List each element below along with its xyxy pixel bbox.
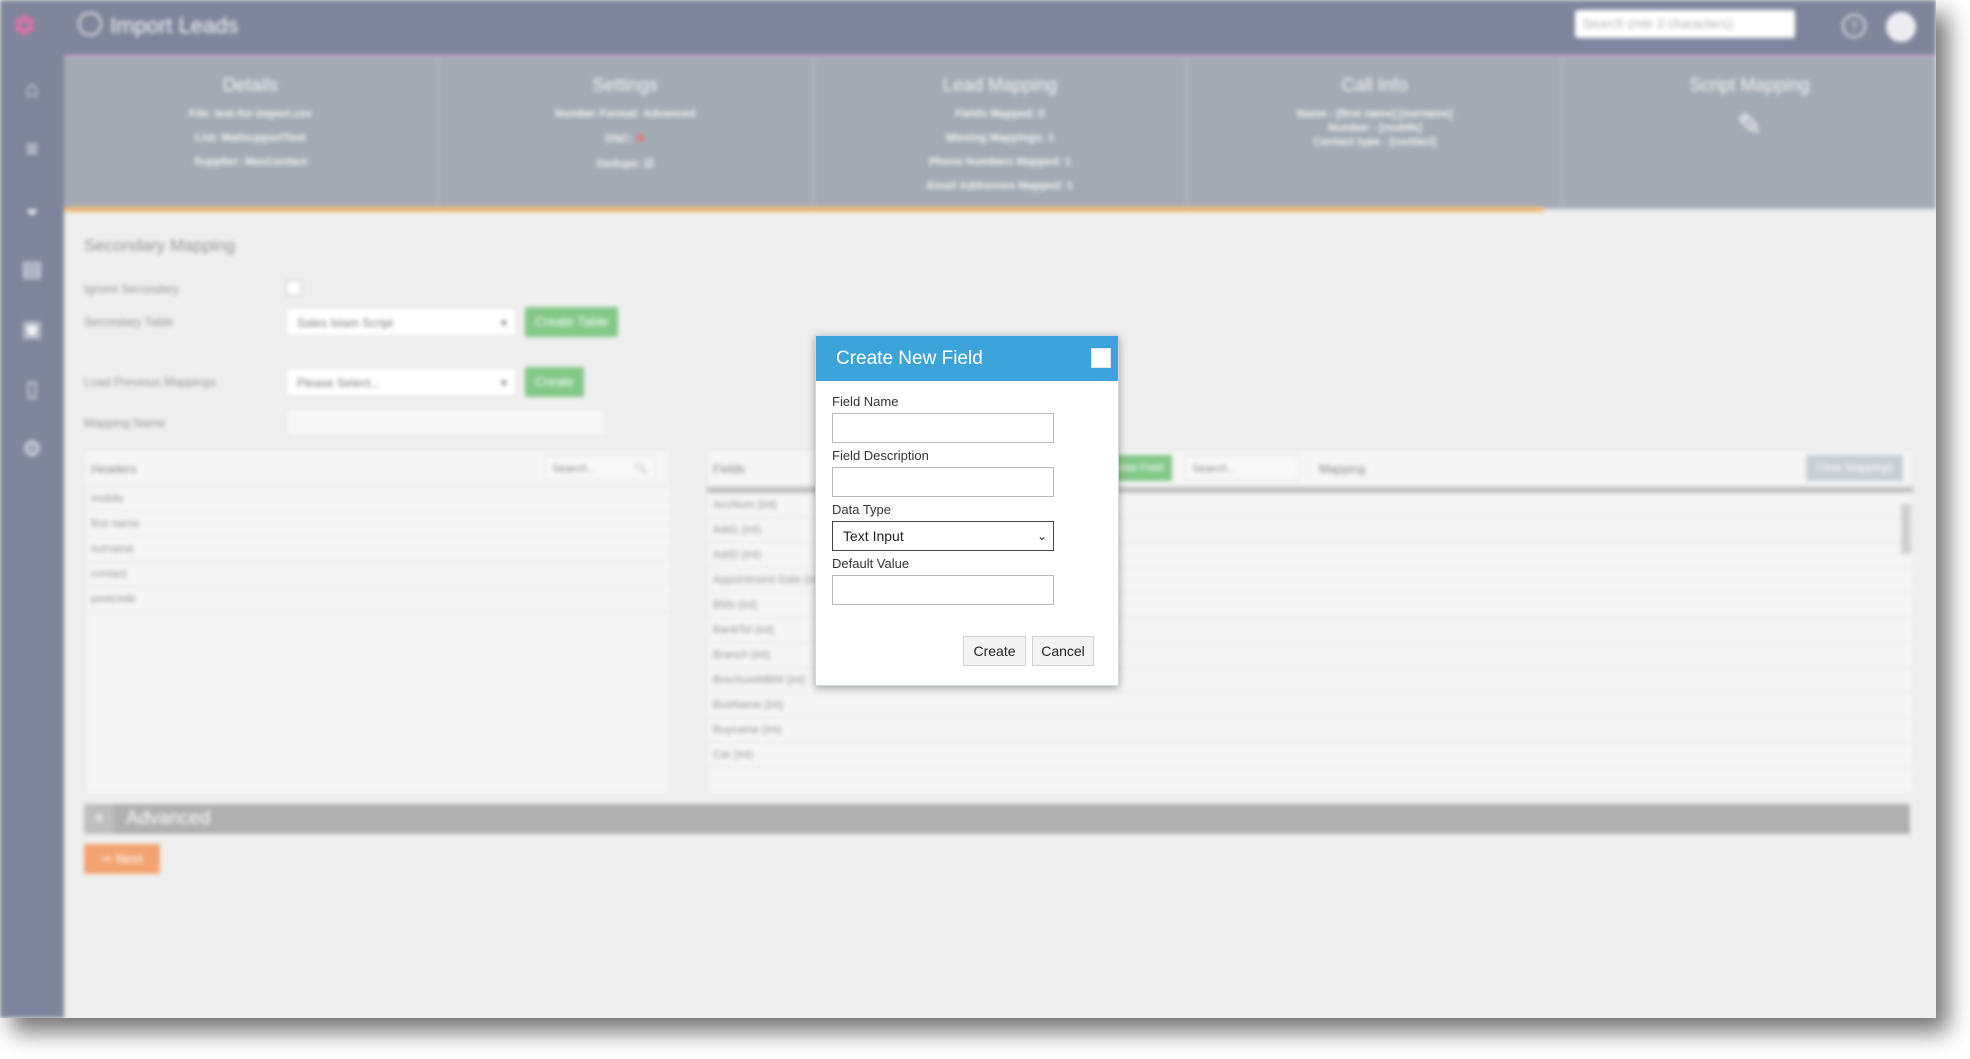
field-description-input[interactable] — [832, 467, 1054, 497]
dialog-header: Create New Field — [816, 336, 1118, 381]
field-name-label: Field Name — [832, 394, 899, 409]
create-field-dialog: Create New Field Field Name Field Descri… — [815, 335, 1119, 686]
field-name-input[interactable] — [832, 413, 1054, 443]
default-value-input[interactable] — [832, 575, 1054, 605]
close-button[interactable] — [1091, 348, 1111, 368]
default-value-label: Default Value — [832, 556, 910, 571]
field-description-label: Field Description — [832, 448, 929, 463]
dialog-title: Create New Field — [836, 348, 983, 369]
chevron-down-icon: ⌄ — [1036, 529, 1047, 543]
data-type-select[interactable]: Text Input ⌄ — [832, 521, 1054, 551]
data-type-label: Data Type — [832, 502, 892, 517]
create-button[interactable]: Create — [963, 636, 1026, 666]
cancel-button[interactable]: Cancel — [1032, 636, 1094, 666]
